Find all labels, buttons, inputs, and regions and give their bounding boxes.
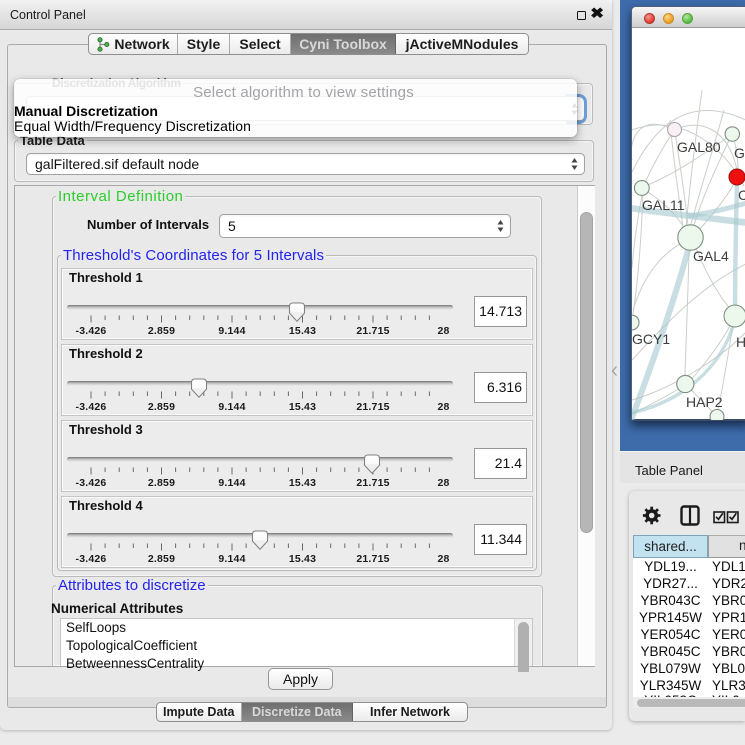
svg-text:G.: G. — [734, 145, 745, 161]
svg-text:GAL4: GAL4 — [693, 248, 729, 264]
svg-text:H: H — [736, 334, 745, 350]
svg-text:GAL80: GAL80 — [677, 139, 721, 155]
svg-text:HAP2: HAP2 — [686, 394, 723, 410]
svg-text:C: C — [738, 187, 745, 203]
svg-text:GCY1: GCY1 — [632, 331, 670, 347]
svg-text:GAL11: GAL11 — [642, 197, 685, 213]
